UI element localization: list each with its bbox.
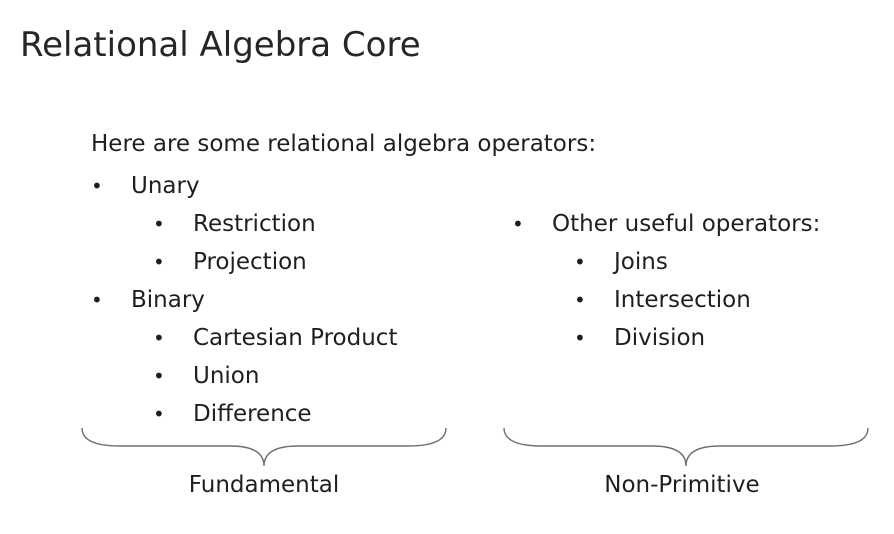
non-primitive-label: Non-Primitive — [604, 472, 760, 498]
item-label: Intersection — [614, 287, 751, 313]
sub-item-union: • Union — [91, 357, 397, 395]
bullet-icon: • — [91, 174, 103, 198]
sub-item-intersection: • Intersection — [512, 281, 820, 319]
item-label: Joins — [614, 249, 668, 275]
right-operator-list: • Other useful operators: • Joins • Inte… — [512, 205, 820, 357]
bullet-icon: • — [512, 212, 524, 236]
left-operator-list: • Unary • Restriction • Projection • Bin… — [91, 167, 397, 433]
item-label: Projection — [193, 249, 307, 275]
list-item-other-operators: • Other useful operators: — [512, 205, 820, 243]
bullet-icon: • — [91, 288, 103, 312]
bullet-icon: • — [153, 212, 165, 236]
sub-item-restriction: • Restriction — [91, 205, 397, 243]
fundamental-label: Fundamental — [188, 472, 340, 498]
bullet-icon: • — [153, 250, 165, 274]
bullet-icon: • — [574, 288, 586, 312]
sub-item-cartesian-product: • Cartesian Product — [91, 319, 397, 357]
list-item-binary: • Binary — [91, 281, 397, 319]
item-label: Binary — [131, 287, 205, 313]
sub-item-division: • Division — [512, 319, 820, 357]
list-item-unary: • Unary — [91, 167, 397, 205]
item-label: Other useful operators: — [552, 211, 821, 237]
fundamental-brace-icon — [80, 424, 448, 470]
non-primitive-brace-icon — [502, 424, 870, 470]
bullet-icon: • — [153, 326, 165, 350]
sub-item-joins: • Joins — [512, 243, 820, 281]
item-label: Division — [614, 325, 706, 351]
bullet-icon: • — [574, 250, 586, 274]
slide-title: Relational Algebra Core — [20, 25, 421, 65]
intro-text: Here are some relational algebra operato… — [91, 131, 597, 157]
item-label: Unary — [131, 173, 200, 199]
bullet-icon: • — [153, 364, 165, 388]
item-label: Restriction — [193, 211, 316, 237]
item-label: Cartesian Product — [193, 325, 398, 351]
bullet-icon: • — [574, 326, 586, 350]
sub-item-projection: • Projection — [91, 243, 397, 281]
item-label: Union — [193, 363, 260, 389]
